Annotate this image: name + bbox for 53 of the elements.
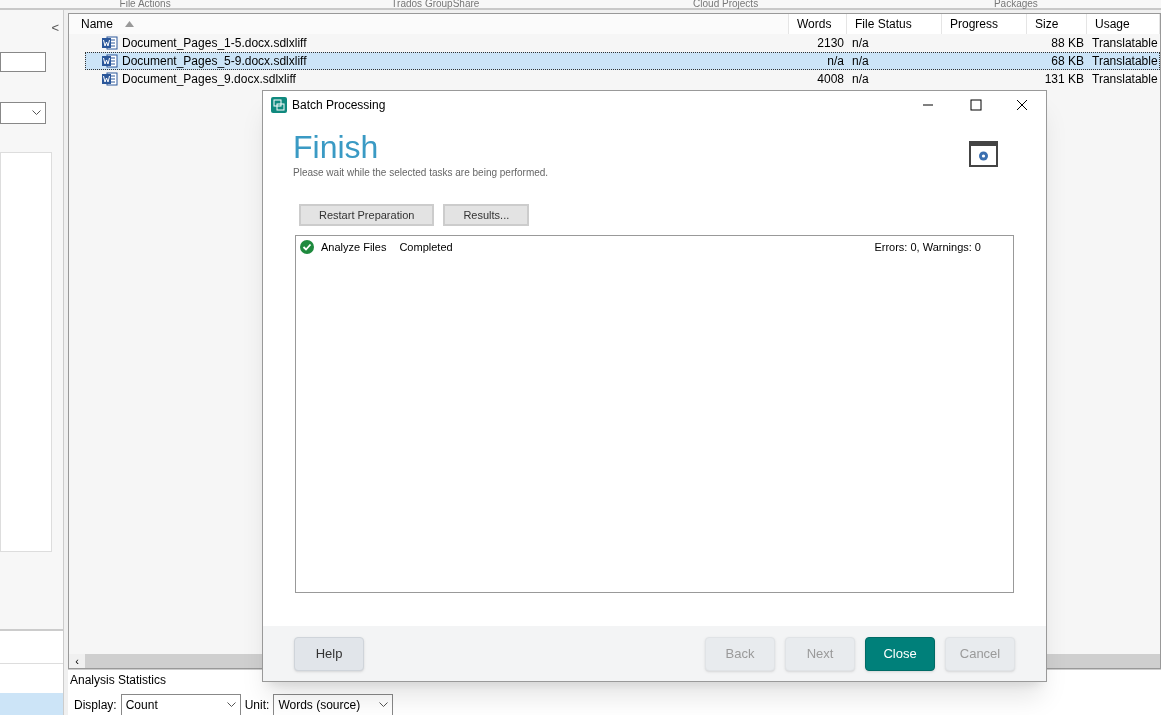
dialog-title: Batch Processing [292,97,386,114]
unit-dropdown[interactable]: Words (source) [273,694,394,715]
file-row[interactable]: Document_Pages_5-9.docx.sdlxliff n/a n/a 68 KB Translatable [85,52,1160,70]
table-cell-text: 2130 [816,35,845,52]
maximize-icon[interactable] [970,99,982,111]
app-icon [271,97,287,113]
action-button[interactable]: Restart Preparation [299,204,435,226]
display-dropdown[interactable]: Count [120,694,241,715]
document-icon [102,72,118,86]
document-icon [102,36,118,50]
table-cell-text: 88 KB [1050,35,1085,52]
chevron-down-icon [32,109,41,116]
task-status: Completed [399,239,453,255]
ribbon-group-label: Cloud Projects [692,0,760,8]
table-cell-text: Document_Pages_5-9.docx.sdlxliff [122,53,307,70]
ribbon-group-label: Packages [992,0,1039,8]
settings-window-icon [969,141,998,167]
dropdown[interactable] [0,101,46,124]
task-name: Analyze Files [321,239,387,255]
section-title: Analysis Statistics [69,672,168,689]
table-cell-text: 131 KB [1043,71,1085,88]
column-header[interactable]: Name [69,14,789,34]
table-cell-text: Document_Pages_9.docx.sdlxliff [122,71,296,88]
table-cell-text: Document_Pages_1-5.docx.sdlxliff [122,35,307,52]
close-button[interactable]: Close [865,636,935,671]
table-cell-text: n/a [851,35,870,52]
table-cell-text: Translatable [1091,53,1159,70]
table-cell-text: n/a [826,53,845,70]
sort-ascending-icon [125,21,134,27]
file-row[interactable]: Document_Pages_1-5.docx.sdlxliff 2130 n/a 88 KB Translatable [85,34,1160,52]
file-row[interactable]: Document_Pages_9.docx.sdlxliff 4008 n/a 131 KB Translatable [85,70,1160,88]
close-icon[interactable] [1016,99,1028,111]
dialog-button[interactable]: Help [294,636,364,671]
text-field[interactable] [0,51,46,72]
action-button[interactable]: Results... [443,204,530,226]
table-cell-text: 4008 [816,71,845,88]
table-cell-text: Translatable [1091,71,1159,88]
chevron-down-icon [379,702,389,708]
ribbon-group-label: File Actions [118,0,172,8]
table-cell-text: n/a [851,53,870,70]
chevron-down-icon [226,702,236,708]
table-cell-text: 68 KB [1050,53,1085,70]
page-subtitle: Please wait while the selected tasks are being performed. [293,166,549,180]
scroll-left-button[interactable]: ‹ [69,654,85,668]
unit-label: Unit: [244,697,270,714]
task-summary: Errors: 0, Warnings: 0 [874,239,981,255]
table-cell-text: n/a [851,71,870,88]
page-heading: Finish [293,129,380,165]
table-cell-text: Translatable [1091,35,1159,52]
document-icon [102,54,118,68]
display-label: Display: [74,697,117,714]
collapse-button[interactable]: < [51,18,59,38]
ribbon-group-label: Trados GroupShare [390,0,481,8]
